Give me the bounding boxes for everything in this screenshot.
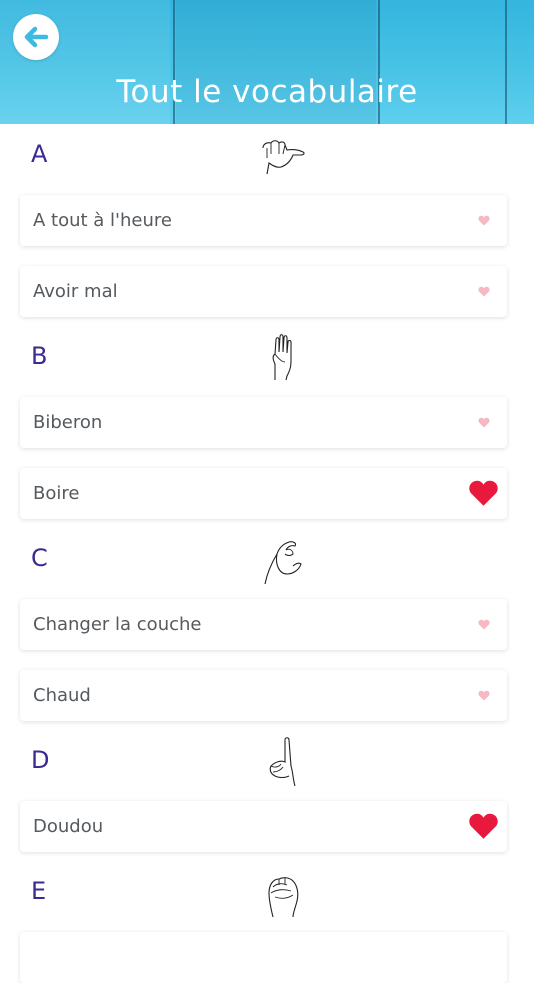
section-letter: D xyxy=(31,746,50,774)
hand-sign-b-icon xyxy=(272,334,292,381)
vocabulary-item-label: A tout à l'heure xyxy=(33,210,172,231)
section-header-a: A xyxy=(0,124,534,184)
section-letter: A xyxy=(31,140,48,168)
section-header-d: D xyxy=(0,730,534,790)
vocabulary-item[interactable]: Boire xyxy=(20,468,507,519)
vocabulary-item-label: Chaud xyxy=(33,685,91,706)
vocabulary-item-label: Avoir mal xyxy=(33,281,118,302)
header: Tout le vocabulaire xyxy=(0,0,534,124)
vocabulary-item[interactable]: Changer la couche xyxy=(20,599,507,650)
vocabulary-item-label: Biberon xyxy=(33,412,103,433)
section-header-c: C xyxy=(0,528,534,588)
vocabulary-item[interactable]: Doudou xyxy=(20,801,507,852)
page-title: Tout le vocabulaire xyxy=(116,74,418,110)
heart-outline-icon[interactable] xyxy=(478,417,490,428)
vocabulary-item-label: Boire xyxy=(33,483,80,504)
back-button[interactable] xyxy=(13,14,59,60)
vocabulary-item[interactable] xyxy=(20,932,507,983)
heart-filled-icon[interactable] xyxy=(468,812,499,840)
heart-outline-icon[interactable] xyxy=(478,286,490,297)
vocabulary-item[interactable]: Avoir mal xyxy=(20,266,507,317)
heart-filled-icon[interactable] xyxy=(468,479,499,507)
heart-outline-icon[interactable] xyxy=(478,690,490,701)
section-header-e: E xyxy=(0,861,534,921)
vocabulary-item[interactable]: Chaud xyxy=(20,670,507,721)
arrow-left-icon xyxy=(24,26,49,48)
vocabulary-item-label: Changer la couche xyxy=(33,614,202,635)
section-letter: C xyxy=(31,544,48,572)
heart-outline-icon[interactable] xyxy=(478,215,490,226)
vocabulary-item[interactable]: A tout à l'heure xyxy=(20,195,507,246)
hand-sign-c-icon xyxy=(264,541,302,585)
section-header-b: B xyxy=(0,326,534,386)
section-letter: B xyxy=(31,342,48,370)
vocabulary-item-label: Doudou xyxy=(33,816,104,837)
vocabulary-item[interactable]: Biberon xyxy=(20,397,507,448)
hand-sign-a-icon xyxy=(262,140,305,175)
section-letter: E xyxy=(31,877,47,905)
hand-sign-d-icon xyxy=(269,737,296,787)
heart-outline-icon[interactable] xyxy=(478,619,490,630)
hand-sign-e-icon xyxy=(268,877,299,918)
